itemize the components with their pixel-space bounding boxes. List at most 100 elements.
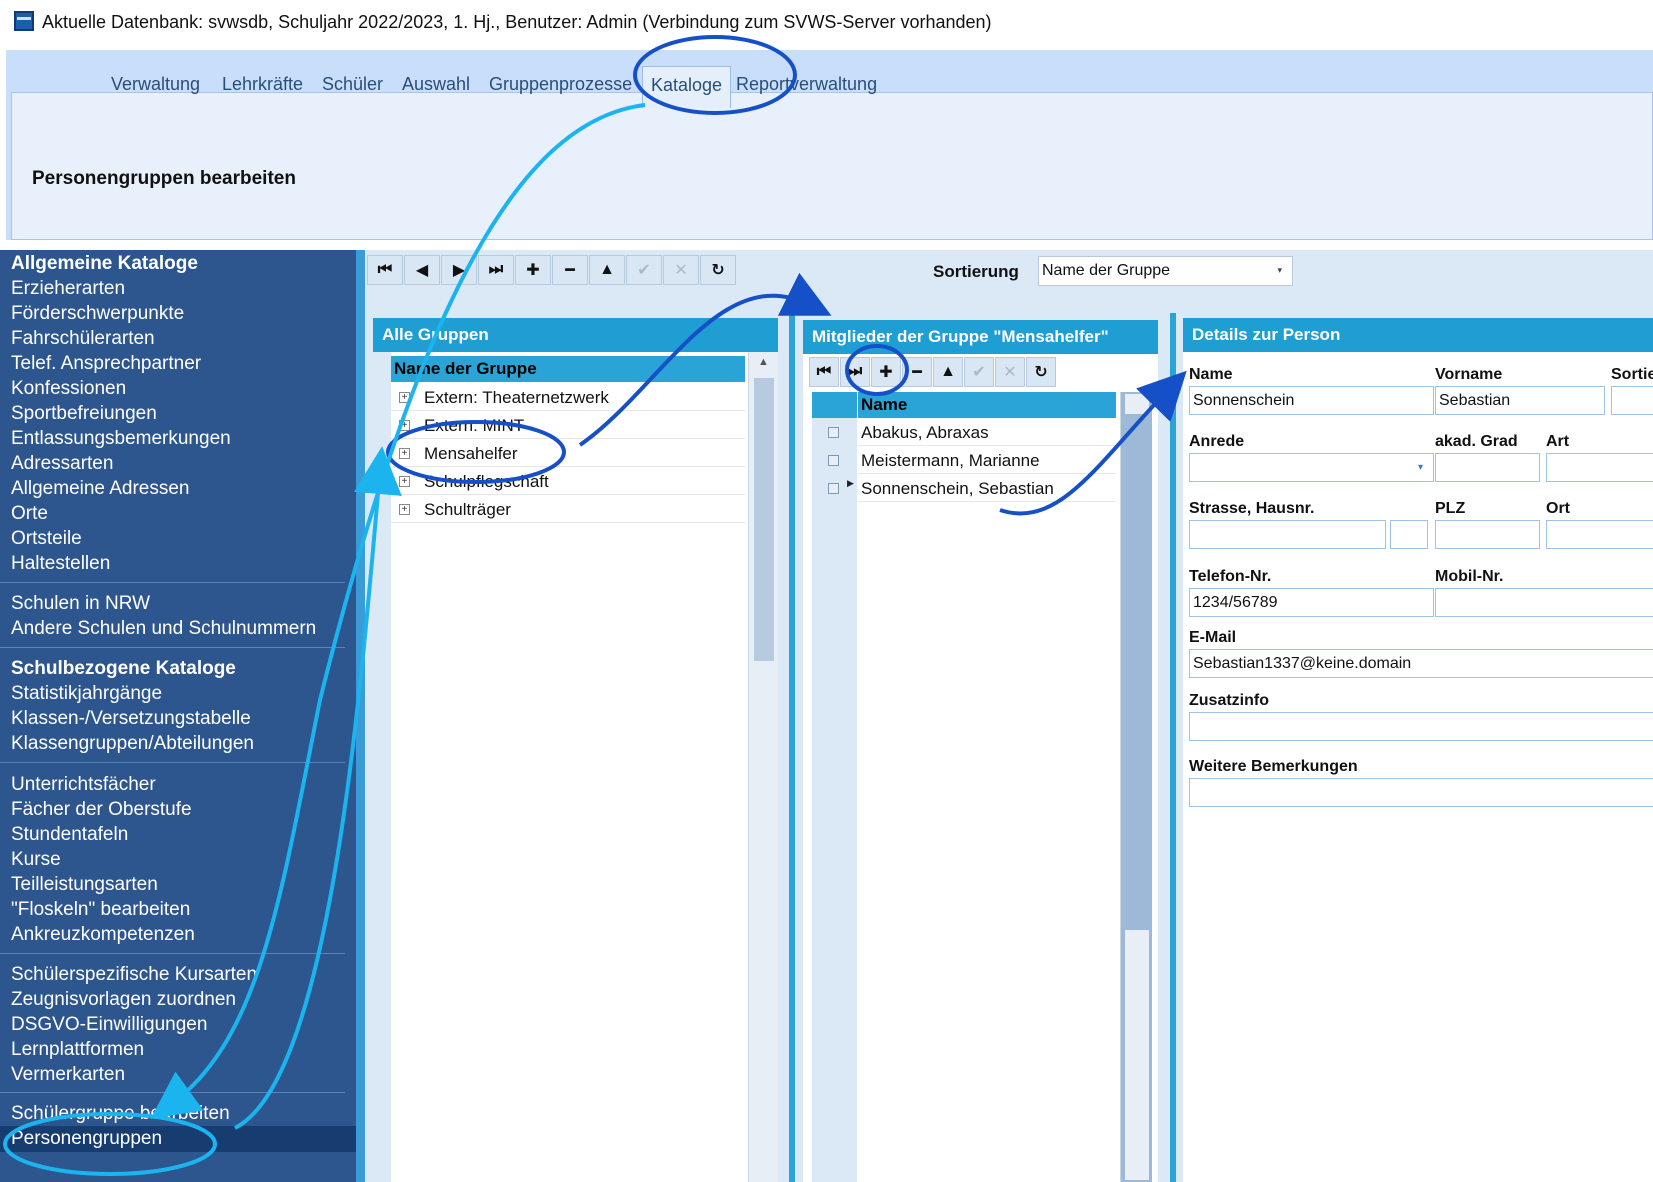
sidebar-item[interactable]: Klassengruppen/Abteilungen bbox=[11, 733, 254, 755]
sidebar-item[interactable]: "Floskeln" bearbeiten bbox=[11, 899, 190, 921]
confirm-icon[interactable]: ✔ bbox=[626, 255, 662, 285]
edit-up-icon[interactable]: ▲ bbox=[933, 357, 963, 387]
remove-icon[interactable]: ━ bbox=[552, 255, 588, 285]
tab-schueler[interactable]: Schüler bbox=[314, 66, 391, 102]
tab-reportverwaltung[interactable]: Reportverwaltung bbox=[728, 66, 885, 102]
column-header-group-name[interactable]: Name der Gruppe bbox=[391, 356, 745, 382]
group-row[interactable]: + Extern: MINT bbox=[391, 412, 745, 439]
next-record-icon[interactable]: ▶ bbox=[441, 255, 477, 285]
sidebar-item[interactable]: Unterrichtsfächer bbox=[11, 774, 156, 796]
sidebar-item[interactable]: Stundentafeln bbox=[11, 824, 128, 846]
sidebar-item[interactable]: Vermerkarten bbox=[11, 1064, 125, 1086]
sidebar-item-personengruppen[interactable]: Personengruppen bbox=[11, 1128, 162, 1150]
row-select-checkbox[interactable] bbox=[828, 455, 839, 466]
sortierung-field[interactable] bbox=[1611, 386, 1653, 415]
sidebar-item[interactable]: Schülergruppe bearbeiten bbox=[11, 1103, 230, 1125]
name-field[interactable]: Sonnenschein bbox=[1189, 386, 1434, 415]
sidebar-item[interactable]: Lernplattformen bbox=[11, 1039, 144, 1061]
sidebar-item[interactable]: Fächer der Oberstufe bbox=[11, 799, 192, 821]
sidebar-item[interactable]: Kurse bbox=[11, 849, 61, 871]
refresh-icon[interactable]: ↻ bbox=[700, 255, 736, 285]
sidebar-item[interactable]: Entlassungsbemerkungen bbox=[11, 428, 231, 450]
tab-kataloge[interactable]: Kataloge bbox=[642, 66, 732, 108]
anrede-select[interactable]: ▾ bbox=[1189, 453, 1434, 482]
email-field[interactable]: Sebastian1337@keine.domain bbox=[1189, 649, 1653, 678]
vorname-field[interactable]: Sebastian bbox=[1435, 386, 1605, 415]
sidebar-item[interactable]: Haltestellen bbox=[11, 553, 110, 575]
sidebar-item[interactable]: Statistikjahrgänge bbox=[11, 683, 162, 705]
sidebar-item[interactable]: Ankreuzkompetenzen bbox=[11, 924, 195, 946]
strasse-field[interactable] bbox=[1189, 520, 1386, 549]
sidebar-item[interactable]: Ortsteile bbox=[11, 528, 82, 550]
sidebar-item[interactable]: Andere Schulen und Schulnummern bbox=[11, 618, 316, 640]
sidebar-item[interactable]: Orte bbox=[11, 503, 48, 525]
member-row[interactable]: Abakus, Abraxas bbox=[858, 419, 1116, 446]
member-row-selected[interactable]: Sonnenschein, Sebastian bbox=[858, 475, 1116, 502]
tab-lehrkraefte[interactable]: Lehrkräfte bbox=[214, 66, 311, 102]
sidebar-item[interactable]: Schulen in NRW bbox=[11, 593, 150, 615]
sidebar-item[interactable]: Klassen-/Versetzungstabelle bbox=[11, 708, 251, 730]
expand-icon[interactable]: + bbox=[399, 420, 410, 431]
column-header-name[interactable]: Name bbox=[858, 392, 1116, 418]
sidebar-item[interactable]: Telef. Ansprechpartner bbox=[11, 353, 201, 375]
sidebar-item[interactable]: Fahrschülerarten bbox=[11, 328, 155, 350]
sidebar-item[interactable]: Schülerspezifische Kursarten bbox=[11, 964, 257, 986]
sidebar-item[interactable]: Allgemeine Adressen bbox=[11, 478, 190, 500]
add-icon[interactable]: ✚ bbox=[515, 255, 551, 285]
group-row[interactable]: + Extern: Theaternetzwerk bbox=[391, 384, 745, 411]
expand-icon[interactable]: + bbox=[399, 504, 410, 515]
sidebar-item[interactable]: Zeugnisvorlagen zuordnen bbox=[11, 989, 236, 1011]
sidebar-item[interactable]: Erzieherarten bbox=[11, 278, 125, 300]
first-record-icon[interactable]: ⏮ bbox=[809, 357, 839, 387]
tab-verwaltung[interactable]: Verwaltung bbox=[103, 66, 208, 102]
last-record-icon[interactable]: ⏭ bbox=[840, 357, 870, 387]
expand-icon[interactable]: + bbox=[399, 476, 410, 487]
expand-icon[interactable]: + bbox=[399, 392, 410, 403]
scroll-up-icon[interactable] bbox=[1125, 394, 1149, 414]
cancel-icon[interactable]: ✕ bbox=[995, 357, 1025, 387]
tab-auswahl[interactable]: Auswahl bbox=[394, 66, 478, 102]
group-row[interactable]: + Schulträger bbox=[391, 496, 745, 523]
row-select-checkbox[interactable] bbox=[828, 483, 839, 494]
art-field[interactable] bbox=[1546, 453, 1653, 482]
sidebar-item[interactable]: DSGVO-Einwilligungen bbox=[11, 1014, 207, 1036]
scroll-up-icon[interactable]: ▲ bbox=[758, 356, 769, 368]
groups-pane-title: Alle Gruppen bbox=[373, 318, 778, 352]
remove-member-icon[interactable]: ━ bbox=[902, 357, 932, 387]
group-row[interactable]: + Schulpflegschaft bbox=[391, 468, 745, 495]
sidebar-item[interactable]: Sportbefreiungen bbox=[11, 403, 157, 425]
telefon-field[interactable]: 1234/56789 bbox=[1189, 588, 1434, 617]
groups-scrollbar[interactable]: ▲ bbox=[748, 352, 778, 1182]
refresh-icon[interactable]: ↻ bbox=[1026, 357, 1056, 387]
edit-up-icon[interactable]: ▲ bbox=[589, 255, 625, 285]
bemerkungen-field[interactable] bbox=[1189, 778, 1653, 807]
cancel-icon[interactable]: ✕ bbox=[663, 255, 699, 285]
mobil-field[interactable] bbox=[1435, 588, 1653, 617]
grad-field[interactable] bbox=[1435, 453, 1540, 482]
sidebar-item[interactable]: Adressarten bbox=[11, 453, 113, 475]
sidebar-item[interactable]: Förderschwerpunkte bbox=[11, 303, 184, 325]
prev-record-icon[interactable]: ◀ bbox=[404, 255, 440, 285]
members-scrollbar[interactable] bbox=[1120, 392, 1152, 1182]
sort-select[interactable]: Name der Gruppe ▾ bbox=[1038, 256, 1293, 286]
confirm-icon[interactable]: ✔ bbox=[964, 357, 994, 387]
pane-splitter[interactable] bbox=[789, 313, 795, 1182]
sidebar-header-allgemein: Allgemeine Kataloge bbox=[11, 253, 198, 274]
group-row-mensahelfer[interactable]: + Mensahelfer bbox=[391, 440, 745, 467]
row-select-checkbox[interactable] bbox=[828, 427, 839, 438]
add-member-icon[interactable]: ✚ bbox=[871, 357, 901, 387]
first-record-icon[interactable]: ⏮ bbox=[367, 255, 403, 285]
last-record-icon[interactable]: ⏭ bbox=[478, 255, 514, 285]
hausnr-field[interactable] bbox=[1390, 520, 1428, 549]
sidebar-item[interactable]: Teilleistungsarten bbox=[11, 874, 158, 896]
plz-field[interactable] bbox=[1435, 520, 1540, 549]
scroll-thumb[interactable] bbox=[754, 378, 774, 661]
member-row[interactable]: Meistermann, Marianne bbox=[858, 447, 1116, 474]
zusatzinfo-field[interactable] bbox=[1189, 712, 1653, 741]
tab-gruppenprozesse[interactable]: Gruppenprozesse bbox=[481, 66, 640, 102]
expand-icon[interactable]: + bbox=[399, 448, 410, 459]
ort-field[interactable] bbox=[1546, 520, 1653, 549]
sidebar-item[interactable]: Konfessionen bbox=[11, 378, 126, 400]
pane-splitter[interactable] bbox=[1170, 313, 1176, 1182]
sidebar-splitter[interactable] bbox=[356, 250, 365, 1182]
